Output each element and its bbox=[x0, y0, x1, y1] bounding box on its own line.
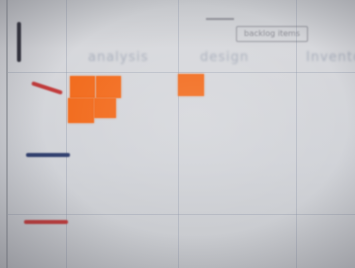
column-divider bbox=[66, 0, 67, 268]
row-divider bbox=[8, 214, 355, 215]
column-header-design: design bbox=[200, 50, 250, 65]
marker-pen-vertical bbox=[17, 22, 21, 62]
column-header-inventory: Inventory bbox=[306, 50, 355, 65]
sticky-note bbox=[68, 98, 94, 123]
whiteboard-photo: analysis design Inventory backlog items bbox=[0, 0, 355, 268]
row-divider bbox=[8, 72, 355, 73]
pen-stroke bbox=[206, 18, 234, 20]
sticky-note bbox=[178, 74, 204, 96]
column-divider bbox=[178, 0, 179, 268]
sticky-note bbox=[94, 98, 116, 118]
marker-pen-red-bottom bbox=[24, 220, 68, 224]
column-header-analysis: analysis bbox=[88, 50, 149, 65]
marker-pen-blue bbox=[26, 153, 70, 157]
sticky-note bbox=[70, 76, 95, 98]
board-label: backlog items bbox=[236, 26, 308, 42]
sticky-note bbox=[96, 76, 121, 98]
